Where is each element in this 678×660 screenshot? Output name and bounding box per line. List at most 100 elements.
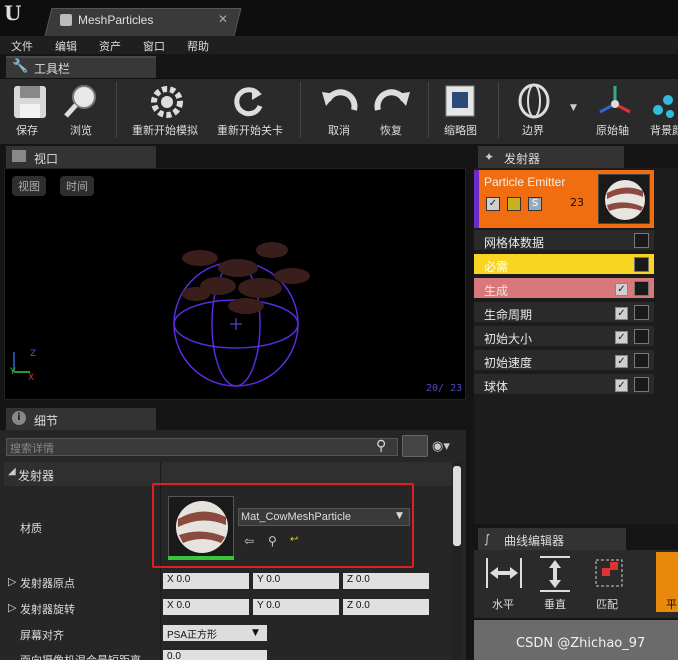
- viewport-icon: [12, 150, 26, 162]
- close-tab-icon[interactable]: ✕: [218, 12, 228, 26]
- emitters-tab[interactable]: [478, 146, 624, 168]
- restart-level-button[interactable]: 重新开始关卡: [217, 122, 283, 138]
- bounds-dropdown-icon[interactable]: ▼: [570, 103, 577, 113]
- viewport-tab-label: 视口: [34, 152, 59, 166]
- redo-icon[interactable]: [372, 86, 412, 116]
- browse-button[interactable]: 浏览: [70, 122, 92, 138]
- undo-button[interactable]: 取消: [328, 122, 350, 138]
- time-button[interactable]: 时间: [60, 176, 94, 196]
- fit-match-icon[interactable]: [590, 554, 630, 594]
- chevron-down-icon[interactable]: ▼: [252, 628, 259, 638]
- menu-asset[interactable]: 资产: [99, 38, 121, 54]
- fit-vertical-icon[interactable]: [536, 554, 576, 594]
- axis-gizmo-icon: Z Y X: [9, 349, 36, 380]
- emitter-render-mode-icon[interactable]: [507, 197, 521, 211]
- view-mode-button[interactable]: 视图: [12, 176, 46, 196]
- viewport-tab[interactable]: [6, 146, 156, 168]
- origin-y-field[interactable]: Y 0.0: [253, 573, 339, 589]
- toolbar-separator: [428, 82, 429, 138]
- module-enable-checkbox[interactable]: ✓: [615, 331, 628, 344]
- module-enable-checkbox[interactable]: ✓: [615, 283, 628, 296]
- module-enable-checkbox[interactable]: ✓: [615, 355, 628, 368]
- emitter-selection-bar: [474, 170, 479, 228]
- emitters-tab-label: 发射器: [504, 152, 541, 166]
- curve-icon: ∫: [484, 532, 491, 546]
- info-icon: i: [12, 411, 26, 425]
- module-enable-checkbox[interactable]: ✓: [615, 307, 628, 320]
- background-color-icon[interactable]: [650, 88, 678, 120]
- fit-horizontal-icon[interactable]: [484, 554, 524, 594]
- toolbar-separator: [498, 82, 499, 138]
- curve-graph-icon[interactable]: [634, 281, 649, 296]
- origin-axis-icon[interactable]: [598, 84, 632, 120]
- module-label: 必需: [484, 260, 509, 274]
- material-label: 材质: [20, 522, 42, 535]
- thumbnail-button[interactable]: 缩略图: [444, 122, 477, 138]
- svg-text:X: X: [28, 373, 34, 380]
- browse-icon[interactable]: [62, 82, 100, 120]
- background-color-button[interactable]: 背景颜: [650, 122, 678, 138]
- fit-match-button[interactable]: 匹配: [596, 596, 618, 612]
- camera-blend-label: 面向摄像机混合最短距离: [20, 652, 141, 660]
- menu-window[interactable]: 窗口: [143, 38, 165, 54]
- curve-graph-icon[interactable]: [634, 329, 649, 344]
- restart-sim-icon[interactable]: [148, 84, 186, 120]
- rotation-x-field[interactable]: X 0.0: [163, 599, 249, 615]
- curve-graph-icon[interactable]: [634, 305, 649, 320]
- fit-horizontal-button[interactable]: 水平: [492, 596, 514, 612]
- screen-align-label: 屏幕对齐: [20, 629, 64, 642]
- collapse-arrow-icon[interactable]: ◢: [8, 466, 16, 477]
- redo-button[interactable]: 恢复: [380, 122, 402, 138]
- menu-file[interactable]: 文件: [11, 38, 33, 54]
- curve-graph-icon[interactable]: [634, 233, 649, 248]
- toolbar-tab-label: 工具栏: [34, 62, 71, 76]
- thumbnail-icon[interactable]: [442, 84, 478, 120]
- particle-preview: [173, 242, 310, 387]
- expand-arrow-icon[interactable]: ▷: [8, 575, 16, 588]
- toolbar-tab[interactable]: [6, 56, 156, 78]
- curve-graph-icon[interactable]: [634, 257, 649, 272]
- pan-mode-label[interactable]: 平: [666, 596, 677, 612]
- curve-graph-icon[interactable]: [634, 353, 649, 368]
- origin-z-field[interactable]: Z 0.0: [343, 573, 429, 589]
- undo-icon[interactable]: [320, 86, 360, 116]
- bounds-button[interactable]: 边界: [522, 122, 544, 138]
- property-matrix-button[interactable]: [402, 435, 428, 457]
- expand-arrow-icon[interactable]: ▷: [8, 601, 16, 614]
- fit-vertical-button[interactable]: 垂直: [544, 596, 566, 612]
- menu-help[interactable]: 帮助: [187, 38, 209, 54]
- camera-blend-field[interactable]: 0.0: [163, 650, 267, 660]
- details-tab-label: 细节: [34, 414, 59, 428]
- module-label: 初始速度: [484, 356, 533, 370]
- rotation-z-field[interactable]: Z 0.0: [343, 599, 429, 615]
- emitter-rotation-label: 发射器旋转: [20, 603, 75, 616]
- emitter-tab-icon: ✦: [484, 150, 495, 164]
- emitter-solo-icon[interactable]: S: [528, 197, 542, 211]
- emitter-enable-checkbox[interactable]: ✓: [486, 197, 500, 211]
- emitter-thumbnail: [598, 174, 650, 224]
- section-title: 发射器: [18, 469, 55, 483]
- search-placeholder: 搜索详情: [10, 442, 54, 455]
- search-icon[interactable]: ⚲: [376, 438, 386, 454]
- eye-icon[interactable]: ◉▾: [432, 439, 450, 454]
- menu-edit[interactable]: 编辑: [55, 38, 77, 54]
- module-enable-checkbox[interactable]: ✓: [615, 379, 628, 392]
- origin-x-field[interactable]: X 0.0: [163, 573, 249, 589]
- origin-axis-button[interactable]: 原始轴: [596, 122, 629, 138]
- rotation-y-field[interactable]: Y 0.0: [253, 599, 339, 615]
- emitter-particle-count: 23: [570, 196, 584, 209]
- save-icon[interactable]: [12, 84, 48, 120]
- wrench-icon: 🔧: [12, 59, 29, 74]
- module-label: 球体: [484, 380, 509, 394]
- scrollbar-thumb[interactable]: [453, 466, 461, 546]
- restart-level-icon[interactable]: [230, 84, 266, 120]
- details-tab[interactable]: [6, 408, 156, 430]
- particle-counter: 20/ 23: [426, 383, 463, 394]
- curve-graph-icon[interactable]: [634, 377, 649, 392]
- details-search-input[interactable]: [6, 438, 398, 456]
- restart-sim-button[interactable]: 重新开始模拟: [132, 122, 198, 138]
- bounds-icon[interactable]: [514, 82, 554, 120]
- annotation-highlight-box: [152, 483, 414, 568]
- save-button[interactable]: 保存: [16, 122, 38, 138]
- curve-editor-tab-label: 曲线编辑器: [504, 534, 565, 548]
